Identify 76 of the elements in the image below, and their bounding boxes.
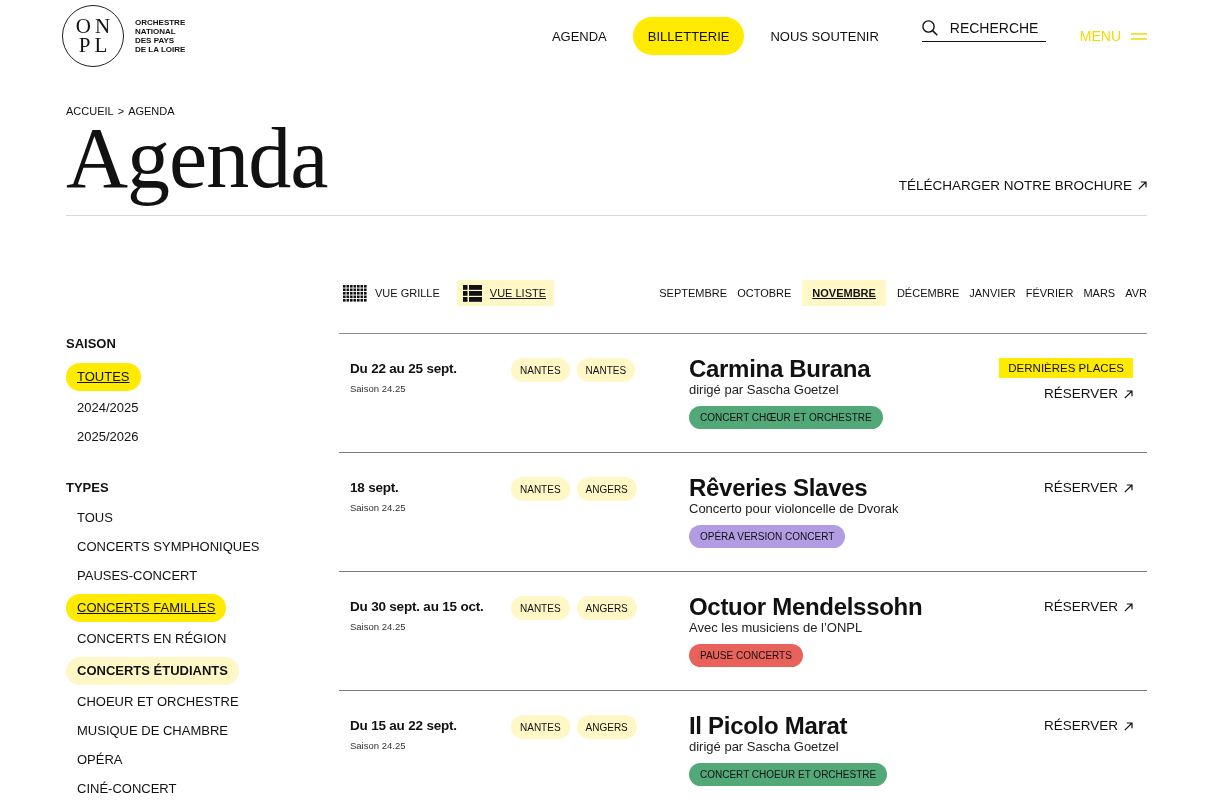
- filter-option[interactable]: MUSIQUE DE CHAMBRE: [66, 717, 239, 745]
- reserve-link[interactable]: RÉSERVER: [1043, 383, 1133, 405]
- arrow-up-right-icon: [1124, 602, 1133, 612]
- arrow-up-right-icon: [1124, 483, 1133, 493]
- event-season: Saison 24.25: [350, 620, 406, 633]
- category-tag: PAUSE CONCERTS: [689, 644, 803, 667]
- reserve-link[interactable]: RÉSERVER: [1043, 715, 1133, 737]
- event-title[interactable]: Il Picolo Marat: [689, 713, 848, 739]
- venue-tag: ANGERS: [576, 477, 637, 501]
- venue-tag: NANTES: [511, 358, 570, 382]
- month-tab[interactable]: SEPTEMBRE: [654, 280, 733, 306]
- event-title[interactable]: Carmina Burana: [689, 356, 871, 382]
- month-tab[interactable]: JANVIER: [964, 280, 1021, 306]
- status-badge: DERNIÈRES PLACES: [999, 358, 1133, 378]
- event-title[interactable]: Octuor Mendelssohn: [689, 594, 923, 620]
- breadcrumb-separator: >: [117, 104, 125, 118]
- filter-option[interactable]: CHOEUR ET ORCHESTRE: [66, 688, 250, 716]
- month-tab[interactable]: DÉCEMBRE: [891, 280, 965, 306]
- month-tab[interactable]: OCTOBRE: [732, 280, 797, 306]
- view-toggle[interactable]: VUE LISTE: [456, 280, 555, 306]
- event-title[interactable]: Rêveries Slaves: [689, 475, 868, 501]
- page-title: Agenda: [66, 118, 329, 208]
- event-date: 18 sept.: [350, 479, 399, 497]
- orchestra-name: ORCHESTRE NATIONAL DES PAYS DE LA LOIRE: [135, 18, 186, 54]
- nav-link[interactable]: AGENDA: [551, 17, 607, 55]
- view-toggle[interactable]: VUE GRILLE: [339, 280, 447, 306]
- month-tab[interactable]: AVR: [1120, 280, 1147, 306]
- filter-option[interactable]: CONCERTS ÉTUDIANTS: [66, 657, 239, 685]
- filter-option[interactable]: 2024/2025: [66, 394, 150, 422]
- arrow-up-right-icon: [1124, 721, 1133, 731]
- filter-option[interactable]: CONCERTS SYMPHONIQUES: [66, 533, 271, 561]
- search-field[interactable]: RECHERCHE: [949, 20, 1046, 36]
- list-icon: [462, 284, 482, 302]
- filter-option[interactable]: OPÉRA: [66, 746, 134, 774]
- month-tab[interactable]: MARS: [1078, 280, 1121, 306]
- event-subtitle: Avec les musiciens de l’ONPL: [689, 620, 863, 636]
- filter-heading: TYPES: [66, 480, 109, 496]
- menu-icon: [1131, 32, 1147, 40]
- breadcrumb-link[interactable]: ACCUEIL: [66, 104, 114, 118]
- arrow-up-right-icon: [1138, 181, 1147, 190]
- arrow-up-right-icon: [1124, 389, 1133, 399]
- venue-tag: NANTES: [511, 596, 570, 620]
- event-season: Saison 24.25: [350, 501, 406, 514]
- event-date: Du 15 au 22 sept.: [350, 717, 457, 735]
- month-tab[interactable]: FÉVRIER: [1020, 280, 1079, 306]
- category-tag: OPÉRA VERSION CONCERT: [689, 525, 846, 548]
- category-tag: CONCERT CHŒUR ET ORCHESTRE: [689, 406, 883, 429]
- filter-option[interactable]: CONCERTS EN RÉGION: [66, 625, 238, 653]
- reserve-link[interactable]: RÉSERVER: [1043, 477, 1133, 499]
- filter-option[interactable]: PAUSES-CONCERT: [66, 562, 209, 590]
- event-season: Saison 24.25: [350, 739, 406, 752]
- event-subtitle: dirigé par Sascha Goetzel: [689, 382, 839, 398]
- month-tab[interactable]: NOVEMBRE: [802, 280, 886, 306]
- venue-tag: NANTES: [576, 358, 636, 382]
- nav-link[interactable]: NOUS SOUTENIR: [770, 17, 879, 55]
- filter-heading: SAISON: [66, 336, 116, 352]
- event-subtitle: Concerto pour violoncelle de Dvorak: [689, 501, 899, 517]
- grid-icon: [343, 284, 367, 302]
- event-date: Du 22 au 25 sept.: [350, 360, 457, 378]
- filter-option[interactable]: TOUTES: [66, 363, 141, 391]
- venue-tag: NANTES: [511, 715, 570, 739]
- filter-option[interactable]: 2025/2026: [66, 423, 150, 451]
- filter-option[interactable]: CINÉ-CONCERT: [66, 775, 188, 803]
- reserve-link[interactable]: RÉSERVER: [1043, 596, 1133, 618]
- event-season: Saison 24.25: [350, 382, 406, 395]
- venue-tag: NANTES: [511, 477, 570, 501]
- filter-option[interactable]: TOUS: [66, 504, 124, 532]
- venue-tag: ANGERS: [576, 596, 637, 620]
- event-date: Du 30 sept. au 15 oct.: [350, 598, 484, 616]
- search-icon: [921, 20, 938, 36]
- filter-option[interactable]: CONCERTS FAMILLES: [66, 594, 227, 622]
- event-subtitle: dirigé par Sascha Goetzel: [689, 739, 839, 755]
- category-tag: CONCERT CHOEUR ET ORCHESTRE: [689, 763, 888, 786]
- breadcrumb-current: AGENDA: [128, 104, 175, 118]
- brochure-link[interactable]: TÉLÉCHARGER NOTRE BROCHURE: [898, 178, 1147, 193]
- venue-tag: ANGERS: [576, 715, 637, 739]
